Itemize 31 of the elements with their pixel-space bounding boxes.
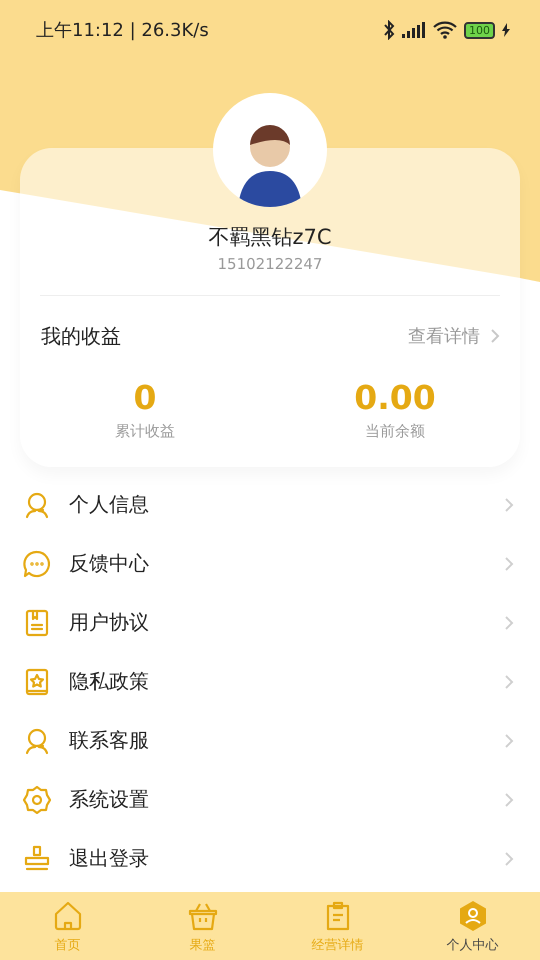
wifi-icon (433, 21, 457, 39)
menu-item[interactable]: 隐私政策 (0, 652, 540, 711)
user-name: 不羁黑钻z7C (208, 224, 332, 251)
menu-item[interactable]: 反馈中心 (0, 534, 540, 593)
stat-label: 当前余额 (365, 422, 425, 441)
chat-icon (22, 548, 52, 578)
stat-value: 0.00 (354, 378, 436, 418)
phone-number: 15102122247 (218, 255, 322, 273)
menu-item[interactable]: 退出登录 (0, 829, 540, 888)
menu-item[interactable]: 联系客服 (0, 711, 540, 770)
chevron-icon (490, 328, 500, 344)
bluetooth-icon (383, 20, 395, 40)
status-time: 上午11:12 | 26.3K/s (36, 19, 209, 42)
stat-label: 累计收益 (115, 422, 175, 441)
chevron-icon (504, 792, 514, 808)
signal-icon (402, 22, 426, 38)
stat-value: 0 (134, 378, 156, 418)
chevron-icon (504, 496, 514, 512)
menu-item[interactable]: 系统设置 (0, 770, 540, 829)
settings-icon (22, 784, 52, 814)
chevron-icon (504, 614, 514, 630)
chevron-icon (504, 732, 514, 748)
menu-item[interactable]: 个人信息 (0, 475, 540, 534)
tab[interactable]: 个人中心 (405, 892, 540, 960)
chevron-icon (504, 556, 514, 572)
chevron-icon (504, 674, 514, 690)
charging-icon (502, 23, 510, 37)
chevron-icon (504, 850, 514, 866)
earnings-title: 我的收益 (41, 322, 121, 350)
menu-item[interactable]: 用户协议 (0, 593, 540, 652)
battery-level: 100 (464, 22, 495, 38)
